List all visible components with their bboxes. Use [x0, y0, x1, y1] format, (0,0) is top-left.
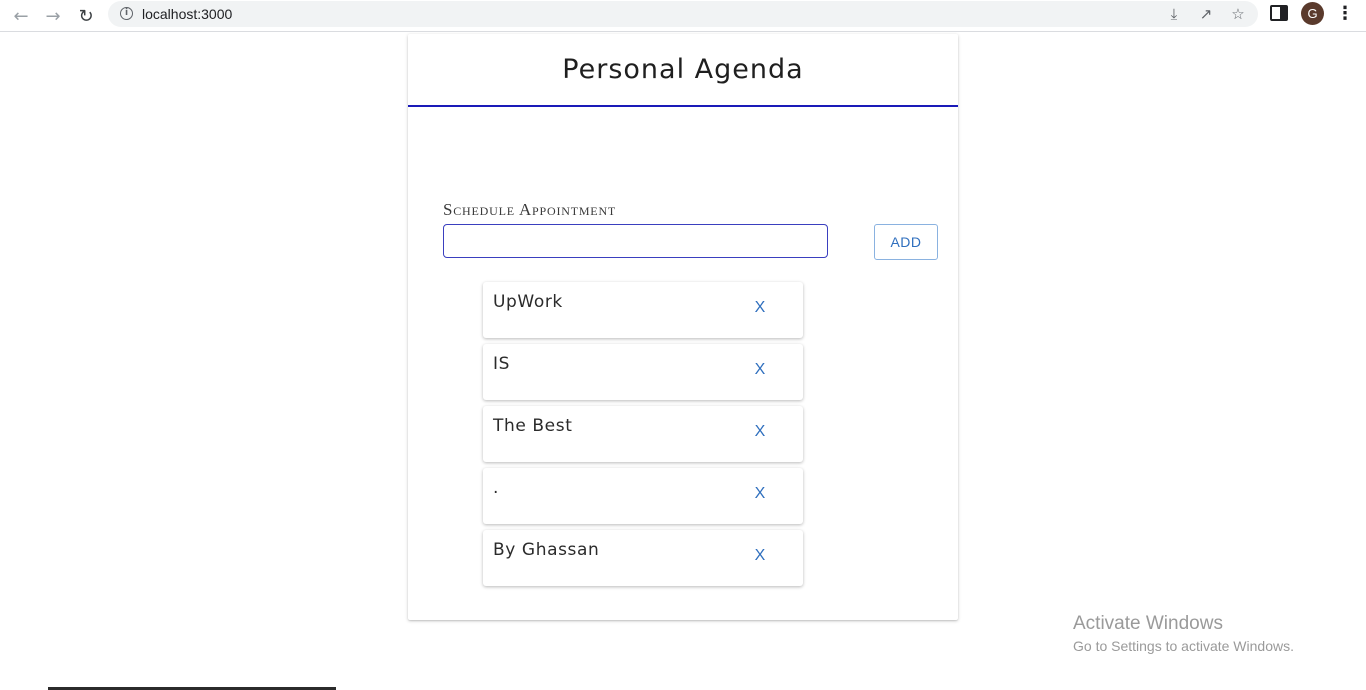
appointment-text: .: [493, 478, 500, 498]
info-icon[interactable]: i: [120, 7, 133, 20]
forward-arrow-icon[interactable]: →: [40, 3, 66, 29]
kebab-menu-icon[interactable]: ⋮: [1336, 3, 1354, 25]
reload-icon[interactable]: ↻: [73, 3, 99, 29]
list-item: . X: [483, 468, 803, 524]
delete-button[interactable]: X: [750, 299, 770, 319]
agenda-card: Personal Agenda Schedule Appointment ADD…: [408, 34, 958, 620]
delete-button[interactable]: X: [750, 361, 770, 381]
avatar[interactable]: G: [1301, 2, 1324, 25]
watermark-subtitle: Go to Settings to activate Windows.: [1073, 638, 1294, 654]
appointment-text: UpWork: [493, 292, 563, 312]
install-app-icon[interactable]: ⤓: [1164, 4, 1184, 24]
card-header: Personal Agenda: [408, 34, 958, 107]
share-icon[interactable]: ↗: [1196, 4, 1216, 24]
page-title: Personal Agenda: [562, 54, 804, 85]
list-item: The Best X: [483, 406, 803, 462]
appointment-list: UpWork X IS X The Best X . X By Ghassan …: [483, 282, 803, 592]
activate-windows-watermark: Activate Windows Go to Settings to activ…: [1073, 612, 1294, 657]
add-button[interactable]: ADD: [874, 224, 938, 260]
browser-toolbar: ← → ↻ i localhost:3000 ⤓ ↗ ☆ G ⋮: [0, 0, 1366, 32]
delete-button[interactable]: X: [750, 547, 770, 567]
list-item: IS X: [483, 344, 803, 400]
list-item: By Ghassan X: [483, 530, 803, 586]
star-icon[interactable]: ☆: [1228, 4, 1248, 24]
watermark-title: Activate Windows: [1073, 613, 1223, 634]
list-item: UpWork X: [483, 282, 803, 338]
delete-button[interactable]: X: [750, 423, 770, 443]
appointment-text: The Best: [493, 416, 573, 436]
appointment-input[interactable]: [443, 224, 828, 258]
back-arrow-icon[interactable]: ←: [8, 3, 34, 29]
appointment-text: IS: [493, 354, 511, 374]
side-panel-icon[interactable]: [1270, 5, 1288, 21]
delete-button[interactable]: X: [750, 485, 770, 505]
url-text[interactable]: localhost:3000: [142, 6, 232, 22]
appointment-text: By Ghassan: [493, 540, 600, 560]
address-bar[interactable]: i localhost:3000 ⤓ ↗ ☆: [108, 1, 1258, 27]
schedule-appointment-label: Schedule Appointment: [443, 200, 617, 219]
